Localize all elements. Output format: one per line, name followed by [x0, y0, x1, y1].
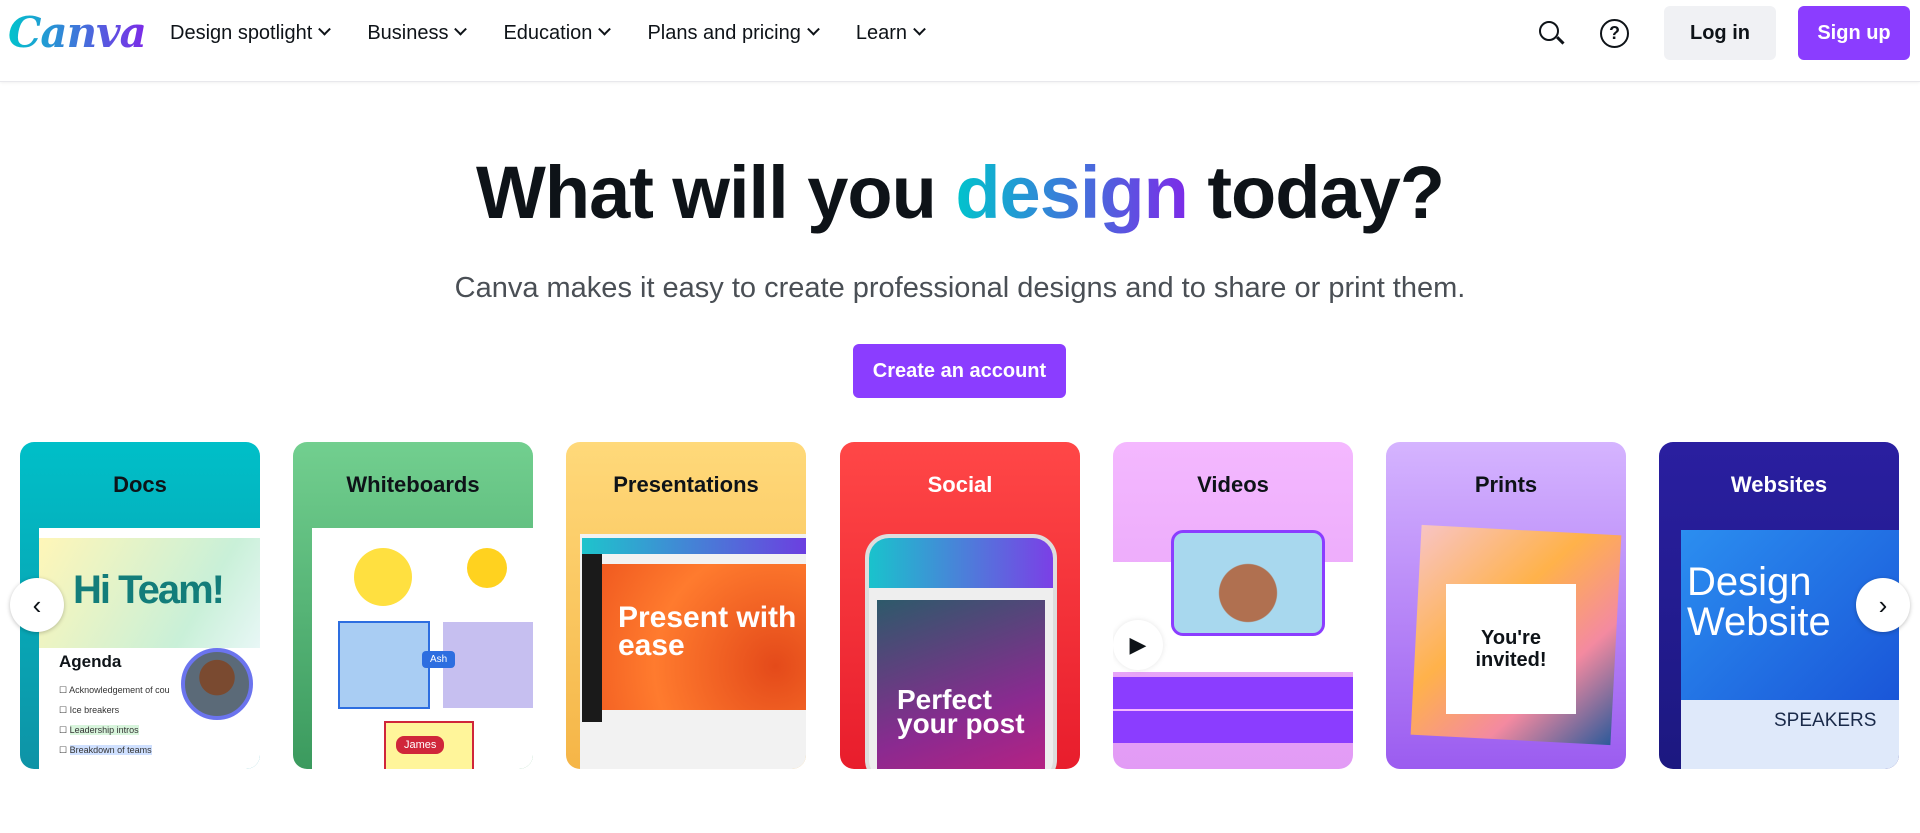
agenda-item: ☐ Breakdown of teams [59, 745, 152, 755]
carousel-next-button[interactable]: › [1856, 578, 1910, 632]
speakers-heading: SPEAKERS [1774, 710, 1877, 731]
search-icon[interactable] [1536, 18, 1568, 50]
cursor-tag: Ash [422, 651, 456, 668]
nav-business[interactable]: Business [367, 22, 468, 45]
laptop-preview: Present with ease [580, 534, 806, 769]
chevron-down-icon [913, 22, 926, 36]
create-account-button[interactable]: Create an account [853, 344, 1066, 398]
nav-design-spotlight[interactable]: Design spotlight [170, 22, 332, 45]
nav-label: Design spotlight [170, 22, 313, 44]
card-title: Videos [1197, 472, 1269, 497]
nav-label: Learn [855, 22, 908, 44]
nav-plans-and-pricing[interactable]: Plans and pricing [647, 22, 820, 45]
slide-text: Present with ease [618, 601, 797, 662]
help-icon[interactable]: ? [1600, 19, 1629, 48]
category-card-social[interactable]: Social Perfect your post [840, 442, 1080, 769]
phone-preview: Perfect your post [865, 534, 1057, 769]
main-nav: Design spotlight Business Education Plan… [170, 22, 962, 45]
card-title: Docs [113, 472, 167, 497]
chevron-down-icon [318, 22, 332, 36]
category-card-prints[interactable]: Prints You're invited! [1386, 442, 1626, 769]
nav-label: Plans and pricing [647, 22, 801, 44]
page-title: What will you design today? [0, 150, 1920, 235]
lightbulb-icon [467, 548, 507, 588]
signup-button[interactable]: Sign up [1798, 6, 1910, 60]
title-accent: design [955, 151, 1188, 234]
category-card-whiteboards[interactable]: Whiteboards Ash James [293, 442, 533, 769]
agenda-item: ☐ Leadership intros [59, 725, 139, 735]
video-thumbnail [1171, 530, 1325, 636]
invite-text: You're invited! [1475, 627, 1547, 671]
agenda-item: ☐ Acknowledgement of cou [59, 685, 170, 695]
card-title: Websites [1730, 472, 1828, 497]
chevron-down-icon [598, 22, 612, 36]
card-title: Presentations [613, 472, 759, 497]
title-text: today? [1187, 151, 1445, 234]
title-text: What will you [476, 151, 956, 234]
docs-agenda: Agenda [59, 652, 122, 671]
docs-preview: Hi Team! Agenda ☐ Acknowledgement of cou… [39, 528, 260, 769]
card-title: Whiteboards [346, 472, 480, 497]
card-title: Social [927, 472, 993, 497]
agenda-item: ☐ Ice breakers [59, 705, 120, 715]
docs-heading: Hi Team! [73, 568, 225, 612]
category-card-presentations[interactable]: Presentations Present with ease [566, 442, 806, 769]
canva-logo[interactable]: Canva [8, 8, 147, 57]
avatar [181, 648, 253, 720]
nav-learn[interactable]: Learn [855, 22, 926, 45]
category-card-videos[interactable]: Videos ▶ [1113, 442, 1353, 769]
whiteboard-preview: Ash James [312, 528, 533, 769]
top-nav-bar: Canva Design spotlight Business Educatio… [0, 0, 1920, 82]
post-text: Perfect your post [897, 684, 1025, 739]
cursor-tag: James [396, 736, 445, 754]
audio-waveform [1113, 677, 1353, 743]
nav-label: Business [367, 22, 449, 44]
chevron-down-icon [454, 22, 468, 36]
page-subtitle: Canva makes it easy to create profession… [454, 272, 1466, 304]
chevron-down-icon [807, 22, 820, 36]
carousel-prev-button[interactable]: ‹ [10, 578, 64, 632]
emoji-icon [354, 548, 412, 606]
play-icon: ▶ [1113, 620, 1163, 670]
card-title: Prints [1474, 472, 1538, 497]
nav-label: Education [503, 22, 593, 44]
login-button[interactable]: Log in [1664, 6, 1776, 60]
nav-education[interactable]: Education [503, 22, 612, 45]
